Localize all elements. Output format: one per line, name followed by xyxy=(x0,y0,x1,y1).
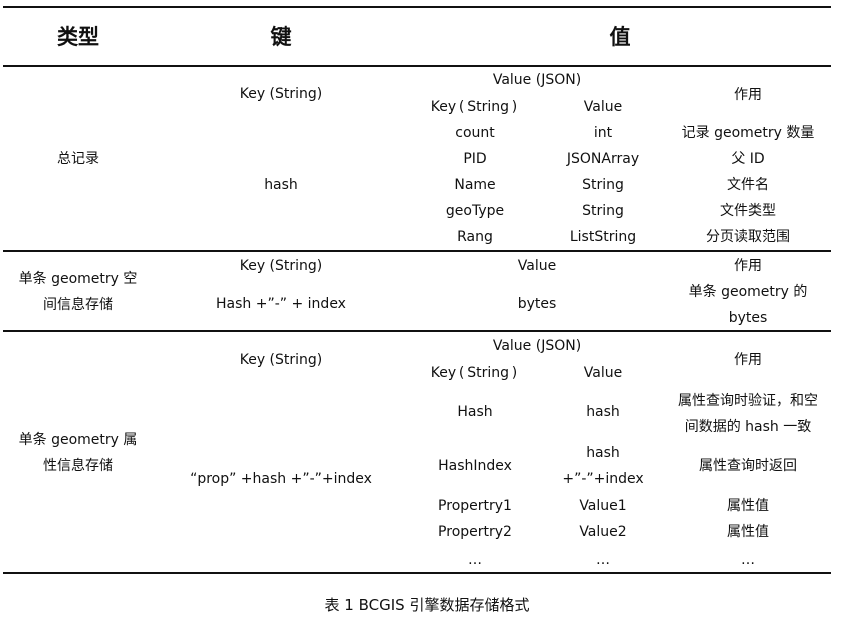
header-type: 类型 xyxy=(57,25,99,49)
row2-type-line2: 间信息存储 xyxy=(43,297,113,313)
row1-key-value: hash xyxy=(264,177,298,193)
row3-item-role: … xyxy=(741,552,755,568)
row1-item-key: geoType xyxy=(445,203,505,219)
row3-type-line1: 单条 geometry 属 xyxy=(18,432,138,448)
row3-item-role: 属性值 xyxy=(727,498,769,514)
row2-role-header: 作用 xyxy=(734,258,762,274)
row3-subvalue-header: Value xyxy=(583,365,623,381)
header-bottom-rule xyxy=(3,65,831,67)
row3-item-role: 属性查询时返回 xyxy=(699,458,797,474)
row1-item-role: 文件类型 xyxy=(720,203,776,219)
row1-subkey-header: Key ( String ) xyxy=(430,99,518,115)
row3-key-value: “prop” +hash +”-”+index xyxy=(190,471,372,487)
row3-item-role: 属性值 xyxy=(727,524,769,540)
row3-role-header: 作用 xyxy=(734,352,762,368)
table-bottom-rule xyxy=(3,572,831,574)
row1-item-key: PID xyxy=(463,151,487,167)
row3-item-value: Value2 xyxy=(579,524,627,540)
header-value: 值 xyxy=(609,25,631,49)
row3-item-key: HashIndex xyxy=(438,458,512,474)
row1-type: 总记录 xyxy=(57,151,99,167)
row3-item-value-line1: hash xyxy=(586,445,620,461)
row1-bottom-rule xyxy=(3,250,831,252)
row3-item-value: Value1 xyxy=(579,498,627,514)
table-caption: 表 1 BCGIS 引擎数据存储格式 xyxy=(324,596,530,614)
row3-value-header: Value (JSON) xyxy=(492,338,582,354)
row2-role-line1: 单条 geometry 的 xyxy=(688,284,808,300)
row2-key-value: Hash +”-” + index xyxy=(216,296,346,312)
row2-key-header: Key (String) xyxy=(239,258,323,274)
row1-item-role: 文件名 xyxy=(727,177,769,193)
row1-item-value: String xyxy=(582,177,624,193)
row3-item-key: … xyxy=(468,552,482,568)
row1-item-role: 记录 geometry 数量 xyxy=(681,125,815,141)
row3-item-key: Propertry1 xyxy=(438,498,512,514)
row1-item-key: count xyxy=(455,125,495,141)
row3-key-header: Key (String) xyxy=(239,352,323,368)
row1-item-key: Rang xyxy=(457,229,493,245)
row1-role-header: 作用 xyxy=(734,87,762,103)
row1-item-role: 分页读取范围 xyxy=(706,229,790,245)
row2-bottom-rule xyxy=(3,330,831,332)
row3-item-key: Hash xyxy=(457,404,493,420)
row3-subkey-header: Key ( String ) xyxy=(430,365,518,381)
table-top-rule xyxy=(3,6,831,8)
row1-item-value: String xyxy=(582,203,624,219)
row1-key-header: Key (String) xyxy=(239,86,323,102)
row3-item-value-line2: +”-”+index xyxy=(562,471,644,487)
row1-item-role: 父 ID xyxy=(731,151,765,167)
header-key: 键 xyxy=(270,25,292,49)
row3-item-role-line1: 属性查询时验证，和空 xyxy=(678,393,818,409)
row3-item-value: … xyxy=(596,552,610,568)
row1-value-header: Value (JSON) xyxy=(492,72,582,88)
row2-value-header: Value xyxy=(517,258,557,274)
row3-item-role-line2: 间数据的 hash 一致 xyxy=(684,419,812,435)
row1-item-value: JSONArray xyxy=(566,151,640,167)
row3-type-line2: 性信息存储 xyxy=(43,458,113,474)
row3-item-key: Propertry2 xyxy=(438,524,512,540)
row3-item-value: hash xyxy=(586,404,620,420)
row1-subvalue-header: Value xyxy=(583,99,623,115)
row2-type-line1: 单条 geometry 空 xyxy=(18,271,138,287)
row1-item-value: int xyxy=(593,125,613,141)
row2-value-value: bytes xyxy=(517,296,557,312)
row1-item-key: Name xyxy=(454,177,496,193)
row1-item-value: ListString xyxy=(569,229,637,245)
row2-role-line2: bytes xyxy=(728,310,768,326)
